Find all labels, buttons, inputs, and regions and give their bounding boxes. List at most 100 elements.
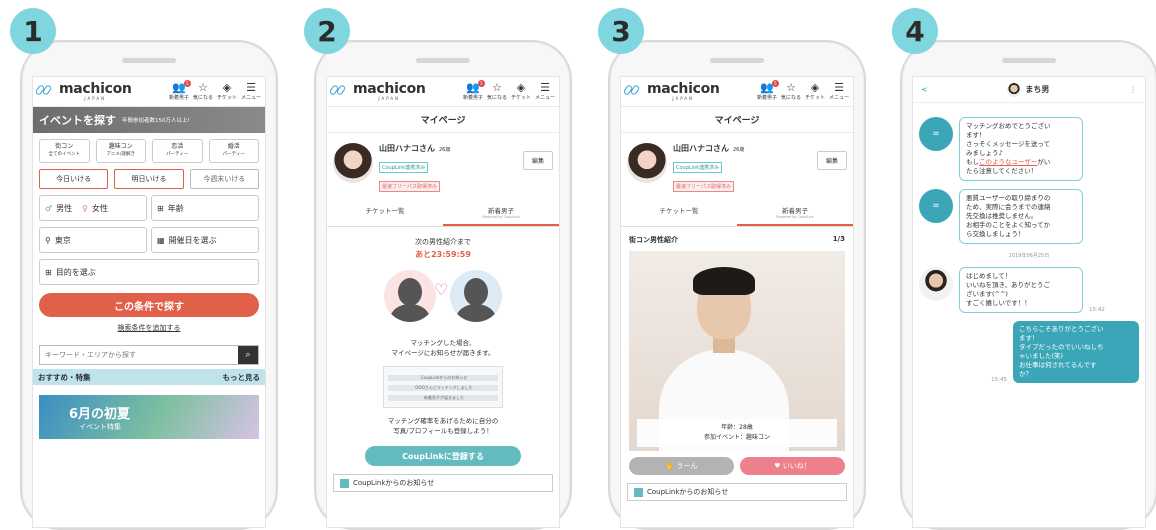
ticket-icon: ◈ <box>222 81 232 94</box>
chat-header: < まち男 ⋮ <box>913 77 1145 103</box>
more-icon[interactable]: ⋮ <box>1129 85 1137 94</box>
nav-tickets[interactable]: ◈ チケット <box>217 82 237 101</box>
couplink-icon <box>634 487 643 497</box>
age-select[interactable]: ⊞ 年齢 <box>151 195 259 221</box>
search-icon[interactable]: ⌕ <box>238 346 258 364</box>
step-badge-3: 3 <box>598 8 644 54</box>
couplink-notice[interactable]: CoupLinkからのお知らせ <box>333 474 553 492</box>
machicon-logo[interactable]: machicon JAPAN <box>622 82 757 101</box>
category-machicon[interactable]: 街コン 全てのイベント <box>39 139 90 163</box>
nav-menu[interactable]: ☰ メニュー <box>829 82 849 101</box>
star-icon: ☆ <box>492 81 502 94</box>
couplink-tag: CoupLink連携済み <box>673 162 723 173</box>
nav-favorites[interactable]: ☆ 気になる <box>781 82 801 101</box>
mypage-tabs: チケット一覧 新着男子 Powered by CoupLink <box>327 200 559 227</box>
couplink-tag: CoupLink連携済み <box>379 162 429 173</box>
plus-icon: ⊞ <box>157 203 164 213</box>
couplink-notice[interactable]: CoupLinkからのお知らせ <box>627 483 847 501</box>
screen-event-search: machicon JAPAN 👥 5 新着男子 ☆ 気になる ◈ チケット ☰ メニュー イ… <box>32 76 266 528</box>
people-icon: 👥 5 <box>760 80 779 94</box>
bot-message: ∞ 悪質ユーザーの取り締まりの ため、実際に会うまでの連絡 先交換は推奨しません… <box>919 189 1139 244</box>
female-silhouette-icon <box>384 270 436 322</box>
tab-new-men[interactable]: 新着男子 Powered by CoupLink <box>737 200 853 226</box>
my-message: 15:45 こちらこそありがとうござい ます！ タイプだったのでいいねしち ゃい… <box>919 321 1139 383</box>
today-button[interactable]: 今日いける <box>39 169 109 189</box>
male-profile-photo[interactable]: 年齢：28歳 参加イベント：趣味コン <box>629 251 845 451</box>
category-hobby[interactable]: 趣味コン アニメ/謎解き <box>95 139 146 163</box>
ticket-icon: ◈ <box>516 81 526 94</box>
category-koikatsu[interactable]: 恋活 パーティー <box>152 139 203 163</box>
step-badge-4: 4 <box>892 8 938 54</box>
tomorrow-button[interactable]: 明日いける <box>114 169 184 189</box>
nav-new-men[interactable]: 👥 5 新着男子 <box>169 80 191 101</box>
partner-avatar <box>919 267 953 301</box>
chat-date: 2019年06月25日 <box>1008 253 1050 259</box>
featured-banner[interactable]: 6月の初夏 イベント特集 <box>39 395 259 439</box>
matching-illustration: ♡ <box>378 266 508 330</box>
tab-new-men[interactable]: 新着男子 Powered by CoupLink <box>443 200 559 226</box>
add-condition-link[interactable]: 検索条件を追加する <box>33 323 265 333</box>
weekend-button[interactable]: 今週末いける <box>189 169 259 189</box>
message-time: 15:42 <box>1089 307 1105 313</box>
category-konkatsu[interactable]: 婚活 パーティー <box>208 139 259 163</box>
nav-menu[interactable]: ☰ メニュー <box>241 82 261 101</box>
nav-favorites[interactable]: ☆ 気になる <box>193 82 213 101</box>
countdown-timer: あと23:59:59 <box>415 250 471 259</box>
star-icon: ☆ <box>786 81 796 94</box>
machicon-logo[interactable]: machicon JAPAN <box>328 82 463 101</box>
nav-tickets[interactable]: ◈ チケット <box>511 82 531 101</box>
register-couplink-button[interactable]: CoupLinkに登録する <box>365 446 521 466</box>
nav-tickets[interactable]: ◈ チケット <box>805 82 825 101</box>
people-icon: 👥 5 <box>172 80 191 94</box>
freepass-tag: 最速フリーパス取得済み <box>379 181 440 192</box>
date-select[interactable]: ▦ 開催日を選ぶ <box>151 227 259 253</box>
step-badge-1: 1 <box>10 8 56 54</box>
introduction-header: 街コン男性紹介 1/3 <box>629 235 845 244</box>
nav-menu[interactable]: ☰ メニュー <box>535 82 555 101</box>
purpose-select[interactable]: ⊞ 目的を選ぶ <box>39 259 259 285</box>
nav-new-men[interactable]: 👥 5 新着男子 <box>757 80 779 101</box>
avatar <box>627 143 667 183</box>
phone-4: < まち男 ⋮ ∞ マッチングおめでとうござい ます！ さっそくメッセージを送っ… <box>900 40 1156 530</box>
message-time: 15:45 <box>991 377 1007 383</box>
menu-icon: ☰ <box>246 81 256 94</box>
search-button[interactable]: この条件で探す <box>39 293 259 317</box>
like-button[interactable]: ♥ いいね！ <box>740 457 845 475</box>
freepass-tag: 最速フリーパス取得済み <box>673 181 734 192</box>
avatar <box>333 143 373 183</box>
profile-caption: 年齢：28歳 参加イベント：趣味コン <box>637 419 837 447</box>
screen-mypage-waiting: machicon JAPAN 👥 5 新着男子 ☆ 気になる ◈ チケット ☰ メニュー マ… <box>326 76 560 528</box>
thumbs-down-icon: ✋ <box>665 462 677 470</box>
keyword-search[interactable]: キーワード・エリアから探す ⌕ <box>39 345 259 365</box>
notification-preview: CoupLinkからのお知らせ OOOさんとマッチングしました 新着男子が届きま… <box>383 366 503 408</box>
logo-icon <box>328 83 351 99</box>
step-badge-2: 2 <box>304 8 350 54</box>
ticket-icon: ◈ <box>810 81 820 94</box>
back-icon[interactable]: < <box>921 85 928 94</box>
nav-new-men[interactable]: 👥 5 新着男子 <box>463 80 485 101</box>
plus-icon: ⊞ <box>45 267 52 277</box>
heart-icon: ♥ <box>774 462 783 470</box>
location-select[interactable]: ⚲ 東京 <box>39 227 147 253</box>
edit-button[interactable]: 編集 <box>522 151 553 170</box>
more-link[interactable]: もっと見る <box>223 372 261 383</box>
mypage-tabs: チケット一覧 新着男子 Powered by CoupLink <box>621 200 853 227</box>
screen-chat: < まち男 ⋮ ∞ マッチングおめでとうござい ます！ さっそくメッセージを送っ… <box>912 76 1146 528</box>
nav-favorites[interactable]: ☆ 気になる <box>487 82 507 101</box>
featured-header: おすすめ・特集 もっと見る <box>33 369 265 385</box>
partner-avatar <box>1007 82 1022 97</box>
couplink-icon <box>340 478 349 488</box>
people-icon: 👥 5 <box>466 80 485 94</box>
edit-button[interactable]: 編集 <box>816 151 847 170</box>
tab-tickets[interactable]: チケット一覧 <box>327 200 443 226</box>
tab-tickets[interactable]: チケット一覧 <box>621 200 737 226</box>
bot-message: ∞ マッチングおめでとうござい ます！ さっそくメッセージを送って みましょう♪… <box>919 117 1139 181</box>
skip-button[interactable]: ✋ うーん <box>629 457 734 475</box>
male-silhouette-icon <box>450 270 502 322</box>
screen-mypage-introduction: machicon JAPAN 👥 5 新着男子 ☆ 気になる ◈ チケット ☰ メニュー マ… <box>620 76 854 528</box>
keyword-input[interactable]: キーワード・エリアから探す <box>40 346 238 364</box>
logo-icon <box>622 83 645 99</box>
gender-select[interactable]: ♂ 男性 ♀ 女性 <box>39 195 147 221</box>
warning-user-link[interactable]: このようなユーザー <box>979 158 1037 166</box>
machicon-logo[interactable]: machicon JAPAN <box>34 82 169 101</box>
